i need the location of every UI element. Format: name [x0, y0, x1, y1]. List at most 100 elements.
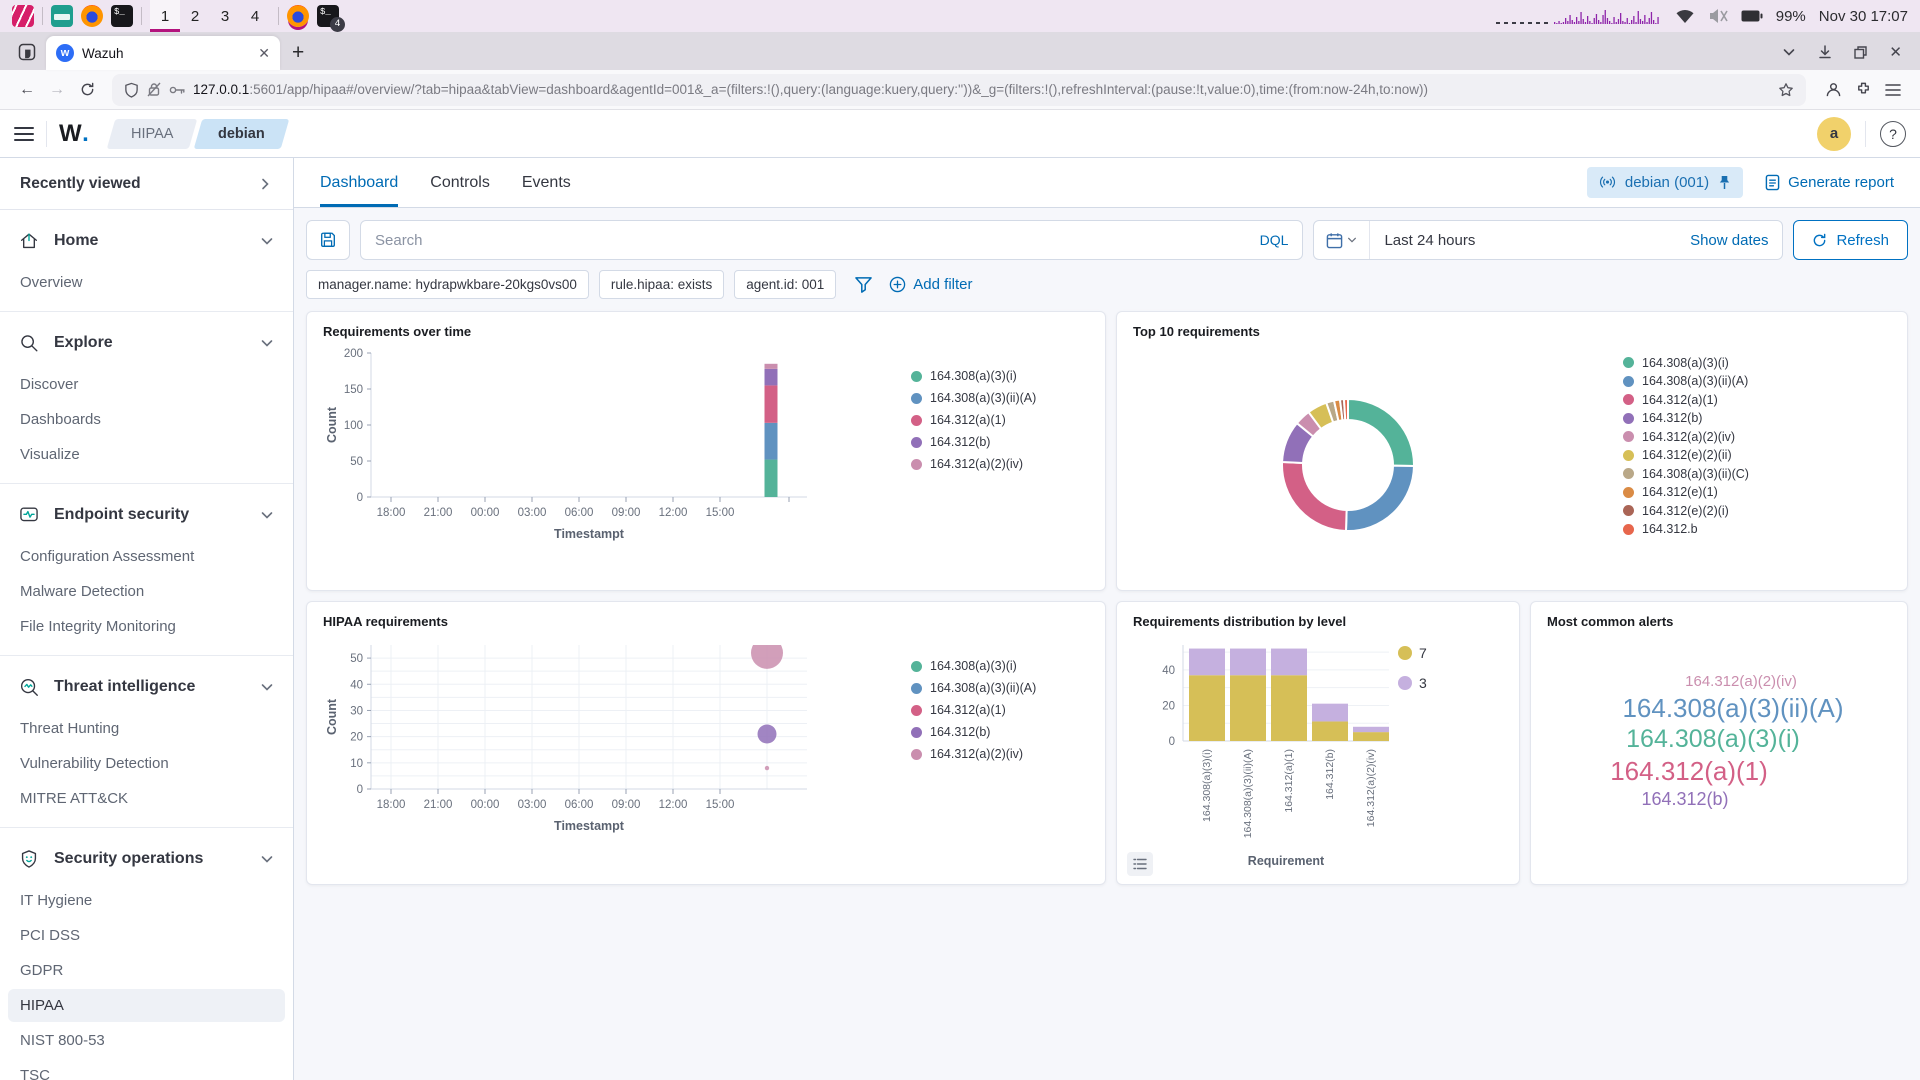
sidebar-item-nist-800-53[interactable]: NIST 800-53: [8, 1024, 285, 1057]
add-filter-button[interactable]: Add filter: [889, 276, 972, 293]
avatar[interactable]: a: [1817, 117, 1851, 151]
terminal-app-icon[interactable]: $_: [111, 5, 133, 27]
legend-item-164-312-a-2-iv[interactable]: 164.312(a)(2)(iv): [1623, 430, 1749, 444]
forward-icon[interactable]: →: [42, 75, 72, 105]
sidebar-item-gdpr[interactable]: GDPR: [8, 954, 285, 987]
distro-logo-icon[interactable]: [12, 5, 34, 27]
close-window-icon[interactable]: ✕: [1889, 43, 1902, 61]
sidebar-section-header-threat-intelligence[interactable]: Threat intelligence: [0, 664, 293, 710]
tag-164-312-b[interactable]: 164.312(b): [1641, 788, 1728, 811]
wazuh-logo[interactable]: W.: [59, 120, 89, 148]
browser-tab-wazuh[interactable]: w Wazuh ✕: [46, 36, 280, 70]
save-query-button[interactable]: [306, 220, 350, 260]
legend-item-164-312-a-1[interactable]: 164.312(a)(1): [911, 413, 1036, 427]
legend-item-164-308-a-3-ii-a[interactable]: 164.308(a)(3)(ii)(A): [1623, 374, 1749, 388]
new-tab-button[interactable]: +: [292, 42, 304, 63]
sidebar-section-header-endpoint-security[interactable]: Endpoint security: [0, 492, 293, 538]
legend-item-164-312-b[interactable]: 164.312(b): [911, 725, 1036, 739]
breadcrumb-hipaa[interactable]: HIPAA: [107, 119, 198, 149]
sidebar-item-pci-dss[interactable]: PCI DSS: [8, 919, 285, 952]
url-bar[interactable]: 127.0.0.1:5601/app/hipaa#/overview/?tab=…: [112, 74, 1806, 106]
tab-dashboard[interactable]: Dashboard: [320, 158, 398, 207]
sidebar-section-header-home[interactable]: Home: [0, 218, 293, 264]
legend-item-164-308-a-3-ii-a[interactable]: 164.308(a)(3)(ii)(A): [911, 391, 1036, 405]
sidebar-section-header-security-operations[interactable]: Security operations: [0, 836, 293, 882]
sidebar-item-mitre-att-ck[interactable]: MITRE ATT&CK: [8, 782, 285, 815]
sidebar-item-threat-hunting[interactable]: Threat Hunting: [8, 712, 285, 745]
filter-chip-agent-id[interactable]: agent.id: 001: [734, 270, 836, 299]
back-icon[interactable]: ←: [12, 75, 42, 105]
tag-164-308-a-3-ii-a[interactable]: 164.308(a)(3)(ii)(A): [1622, 692, 1843, 725]
sidebar-item-dashboards[interactable]: Dashboards: [8, 403, 285, 436]
workspace-3[interactable]: 3: [210, 0, 240, 32]
legend-item-164-308-a-3-ii-c[interactable]: 164.308(a)(3)(ii)(C): [1623, 467, 1749, 481]
legend-item-164-308-a-3-ii-a[interactable]: 164.308(a)(3)(ii)(A): [911, 681, 1036, 695]
legend-item-164-312-a-1[interactable]: 164.312(a)(1): [1623, 393, 1749, 407]
generate-report-button[interactable]: Generate report: [1765, 174, 1894, 191]
filter-chip-rule-hipaa[interactable]: rule.hipaa: exists: [599, 270, 724, 299]
recently-viewed[interactable]: Recently viewed: [0, 158, 293, 210]
permissions-key-icon[interactable]: [169, 85, 185, 95]
tag-164-308-a-3-i[interactable]: 164.308(a)(3)(i): [1626, 724, 1800, 755]
account-icon[interactable]: [1818, 75, 1848, 105]
sidebar-item-tsc[interactable]: TSC: [8, 1059, 285, 1080]
search-input[interactable]: [375, 232, 1248, 249]
legend-item-164-308-a-3-i[interactable]: 164.308(a)(3)(i): [911, 369, 1036, 383]
legend-item-164-312-b[interactable]: 164.312(b): [911, 435, 1036, 449]
help-icon[interactable]: ?: [1880, 121, 1906, 147]
legend-item-164-308-a-3-i[interactable]: 164.308(a)(3)(i): [911, 659, 1036, 673]
sidebar-item-configuration-assessment[interactable]: Configuration Assessment: [8, 540, 285, 573]
bookmark-star-icon[interactable]: [1778, 82, 1794, 98]
legend-item-164-312-e-1[interactable]: 164.312(e)(1): [1623, 485, 1749, 499]
tab-list-chevron-icon[interactable]: [1782, 45, 1796, 59]
pin-icon[interactable]: [1718, 175, 1731, 190]
insecure-lock-icon[interactable]: [147, 82, 161, 97]
sidebar-item-malware-detection[interactable]: Malware Detection: [8, 575, 285, 608]
menu-icon[interactable]: [1878, 75, 1908, 105]
tab-events[interactable]: Events: [522, 158, 571, 207]
calendar-button[interactable]: [1314, 221, 1370, 259]
legend-toggle-button[interactable]: [1127, 852, 1153, 876]
firefox-view-icon[interactable]: [12, 37, 42, 67]
legend-item-164-312-a-2-iv[interactable]: 164.312(a)(2)(iv): [911, 747, 1036, 761]
filter-chip-manager-name[interactable]: manager.name: hydrapwkbare-20kgs0vs00: [306, 270, 589, 299]
workspace-4[interactable]: 4: [240, 0, 270, 32]
restore-window-icon[interactable]: [1854, 46, 1867, 59]
sidebar-item-visualize[interactable]: Visualize: [8, 438, 285, 471]
minimize-icon[interactable]: [1818, 45, 1832, 59]
tab-controls[interactable]: Controls: [430, 158, 490, 207]
reload-icon[interactable]: [72, 75, 102, 105]
workspace-1[interactable]: 1: [150, 0, 180, 32]
firefox-app-icon[interactable]: [81, 5, 103, 27]
extensions-icon[interactable]: [1848, 75, 1878, 105]
muted-speaker-icon[interactable]: [1708, 7, 1728, 25]
legend-item-164-312-b[interactable]: 164.312.b: [1623, 522, 1749, 536]
tag-164-312-a-1[interactable]: 164.312(a)(1): [1610, 755, 1768, 788]
workspace-2[interactable]: 2: [180, 0, 210, 32]
refresh-button[interactable]: Refresh: [1793, 220, 1908, 260]
agent-chip[interactable]: debian (001): [1587, 167, 1743, 198]
wifi-icon[interactable]: [1675, 8, 1695, 24]
sidebar-item-discover[interactable]: Discover: [8, 368, 285, 401]
system-monitor-sparkline-icon[interactable]: [1492, 5, 1662, 27]
legend-item-164-312-e-2-ii[interactable]: 164.312(e)(2)(ii): [1623, 448, 1749, 462]
legend-item-164-312-a-2-iv[interactable]: 164.312(a)(2)(iv): [911, 457, 1036, 471]
sidebar-item-overview[interactable]: Overview: [8, 266, 285, 299]
query-language-label[interactable]: DQL: [1248, 232, 1289, 248]
tab-close-icon[interactable]: ✕: [258, 45, 270, 62]
tag-164-312-a-2-iv[interactable]: 164.312(a)(2)(iv): [1685, 673, 1797, 692]
sidebar-item-hipaa[interactable]: HIPAA: [8, 989, 285, 1022]
legend-item-164-312-e-2-i[interactable]: 164.312(e)(2)(i): [1623, 504, 1749, 518]
legend-item-164-312-b[interactable]: 164.312(b): [1623, 411, 1749, 425]
breadcrumb-debian[interactable]: debian: [193, 119, 288, 149]
sidebar-item-file-integrity-monitoring[interactable]: File Integrity Monitoring: [8, 610, 285, 643]
time-range-label[interactable]: Last 24 hours: [1370, 232, 1489, 249]
tracking-protection-shield-icon[interactable]: [124, 82, 139, 98]
firefox-running-icon[interactable]: [287, 5, 309, 27]
filter-funnel-icon[interactable]: [854, 276, 873, 294]
legend-item-164-312-a-1[interactable]: 164.312(a)(1): [911, 703, 1036, 717]
sidebar-item-it-hygiene[interactable]: IT Hygiene: [8, 884, 285, 917]
show-dates-link[interactable]: Show dates: [1690, 232, 1782, 249]
toolbox-app-icon[interactable]: [51, 5, 73, 27]
legend-item-164-308-a-3-i[interactable]: 164.308(a)(3)(i): [1623, 356, 1749, 370]
